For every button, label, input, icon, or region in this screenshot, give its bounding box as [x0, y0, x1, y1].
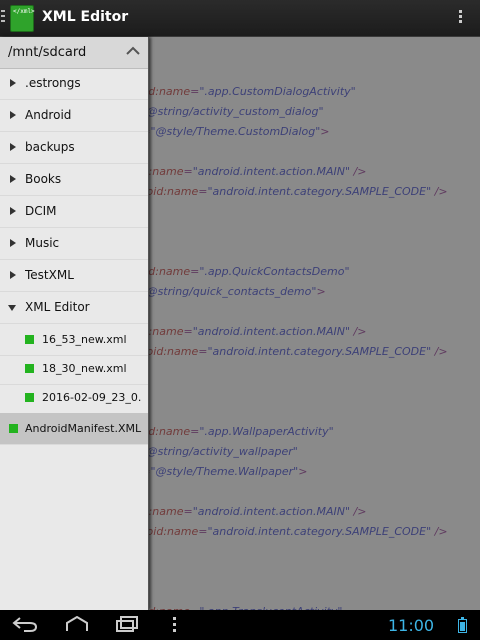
code-token: /> — [431, 345, 448, 358]
overflow-menu-icon[interactable] — [450, 8, 470, 28]
collapsed-arrow-icon — [10, 239, 16, 247]
home-icon[interactable] — [64, 615, 90, 636]
folder-item[interactable]: DCIM — [0, 196, 148, 228]
folder-label: TestXML — [25, 268, 74, 282]
selected-file-item[interactable]: AndroidManifest.XML — [0, 413, 148, 445]
file-label: 2016-02-09_23_0... — [42, 391, 142, 404]
code-token: /> — [350, 165, 367, 178]
code-token: "@string/activity_wallpaper" — [141, 445, 298, 458]
folder-item[interactable]: TestXML — [0, 260, 148, 292]
file-label: AndroidManifest.XML — [25, 422, 142, 435]
file-item[interactable]: 18_30_new.xml — [0, 353, 148, 385]
menu-icon[interactable] — [170, 616, 180, 638]
folder-item[interactable]: Music — [0, 228, 148, 260]
code-token: = — [190, 265, 200, 278]
collapsed-arrow-icon — [10, 111, 16, 119]
folder-label: Music — [25, 236, 60, 250]
code-token: /> — [431, 525, 448, 538]
file-drawer: /mnt/sdcard .estrongs Android backups Books… — [0, 37, 149, 610]
code-token: /> — [350, 505, 367, 518]
folder-item[interactable]: Books — [0, 164, 148, 196]
code-token: "android.intent.category.SAMPLE_CODE" — [207, 345, 432, 358]
code-token: "android.intent.action.MAIN" — [192, 505, 351, 518]
file-icon — [25, 335, 34, 344]
code-token: > — [316, 285, 326, 298]
code-token: = — [183, 325, 193, 338]
clock: 11:00 — [388, 616, 435, 635]
code-token: "android.intent.action.MAIN" — [192, 325, 351, 338]
folder-label: DCIM — [25, 204, 57, 218]
code-token: /> — [350, 325, 367, 338]
action-bar: </xml> XML Editor — [0, 0, 480, 37]
folder-label: Books — [25, 172, 62, 186]
code-token: > — [298, 465, 308, 478]
expanded-arrow-icon — [8, 305, 16, 311]
app-icon-button[interactable]: </xml> — [0, 0, 38, 36]
code-token: /> — [431, 185, 448, 198]
folder-label: XML Editor — [25, 300, 90, 314]
collapsed-arrow-icon — [10, 271, 16, 279]
folder-item[interactable]: backups — [0, 132, 148, 164]
battery-icon — [458, 617, 467, 633]
chevron-up-icon[interactable] — [126, 46, 140, 56]
code-token: = — [183, 165, 193, 178]
drawer-indicator-icon — [1, 10, 5, 25]
code-token: = — [190, 425, 200, 438]
xml-app-icon: </xml> — [10, 5, 35, 32]
collapsed-arrow-icon — [10, 207, 16, 215]
file-icon — [25, 393, 34, 402]
file-label: 16_53_new.xml — [42, 333, 127, 346]
file-item[interactable]: 16_53_new.xml — [0, 324, 148, 356]
collapsed-arrow-icon — [10, 175, 16, 183]
back-icon[interactable] — [12, 616, 38, 636]
code-token: "@style/Theme.Wallpaper" — [150, 465, 299, 478]
code-token: "android.intent.category.SAMPLE_CODE" — [207, 185, 432, 198]
code-token: > — [320, 125, 330, 138]
code-token: ".app.WallpaperActivity" — [199, 425, 334, 438]
file-item[interactable]: 2016-02-09_23_0... — [0, 382, 148, 414]
code-token: "android.intent.category.SAMPLE_CODE" — [207, 525, 432, 538]
collapsed-arrow-icon — [10, 143, 16, 151]
folder-label: backups — [25, 140, 75, 154]
code-token: = — [183, 505, 193, 518]
file-icon — [9, 424, 18, 433]
recents-icon[interactable] — [115, 616, 141, 636]
code-token: ".app.CustomDialogActivity" — [199, 85, 356, 98]
collapsed-arrow-icon — [10, 79, 16, 87]
code-token: "android.intent.action.MAIN" — [192, 165, 351, 178]
file-label: 18_30_new.xml — [42, 362, 127, 375]
code-token: = — [190, 85, 200, 98]
app-title: XML Editor — [42, 9, 129, 25]
file-icon — [25, 364, 34, 373]
current-path: /mnt/sdcard — [8, 45, 87, 60]
path-bar[interactable]: /mnt/sdcard — [0, 37, 148, 69]
folder-label: Android — [25, 108, 72, 122]
folder-item[interactable]: .estrongs — [0, 68, 148, 100]
code-token: ".app.QuickContactsDemo" — [199, 265, 350, 278]
folder-item[interactable]: Android — [0, 100, 148, 132]
code-token: "@string/quick_contacts_demo" — [141, 285, 317, 298]
system-nav-bar: 11:00 — [0, 610, 480, 640]
folder-label: .estrongs — [25, 76, 81, 90]
code-token: "@style/Theme.CustomDialog" — [150, 125, 321, 138]
folder-item[interactable]: XML Editor — [0, 292, 148, 324]
code-token: "@string/activity_custom_dialog" — [141, 105, 324, 118]
app-icon-text: </xml> — [13, 8, 35, 15]
